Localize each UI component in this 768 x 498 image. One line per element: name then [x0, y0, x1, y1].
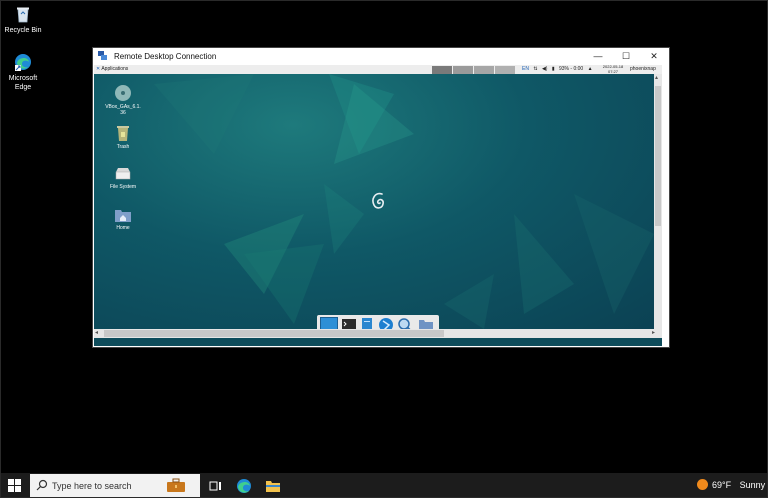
edge-desktop-icon[interactable]: Microsoft Edge [0, 53, 46, 92]
debian-swirl-icon [372, 192, 384, 209]
file-explorer-icon[interactable] [265, 478, 281, 494]
rdp-window-title: Remote Desktop Connection [114, 52, 217, 61]
vertical-scroll-thumb[interactable] [655, 86, 661, 226]
disc-icon [115, 85, 131, 101]
vertical-scrollbar[interactable]: ▴ [654, 74, 662, 329]
scroll-right-arrow-icon[interactable]: ▸ [652, 329, 655, 336]
remote-desktop-window[interactable]: Remote Desktop Connection — ☐ ✕ ✕ Applic… [93, 48, 669, 347]
workspace-1[interactable] [432, 66, 452, 74]
battery-status: 93% - 0:00 [559, 66, 584, 72]
scroll-up-arrow-icon[interactable]: ▴ [655, 74, 658, 81]
file-manager-icon[interactable] [359, 317, 375, 329]
recycle-bin-desktop-icon[interactable]: Recycle Bin [0, 5, 46, 35]
search-icon [36, 479, 48, 491]
applications-menu[interactable]: ✕ Applications [96, 65, 128, 74]
keyboard-layout[interactable]: EN [522, 66, 529, 72]
xfce-logo-icon: ✕ [96, 66, 101, 72]
edge-taskbar-icon[interactable] [236, 478, 252, 494]
edge-label: Microsoft Edge [8, 75, 38, 91]
battery-icon[interactable]: ▮ [552, 66, 555, 72]
drive-icon [115, 168, 131, 180]
user-menu[interactable]: phoenixnap [630, 65, 656, 74]
weather-text: Sunny [739, 480, 766, 490]
notification-icon[interactable]: ▲ [588, 66, 593, 72]
guest-icon-vbox-gas[interactable]: VBox_GAs_6.1.36 [101, 84, 145, 116]
web-browser-icon[interactable] [378, 317, 394, 329]
workspace-4[interactable] [495, 66, 515, 74]
scroll-left-arrow-icon[interactable]: ◂ [95, 329, 98, 336]
app-finder-icon[interactable] [397, 317, 413, 329]
sun-icon [697, 479, 708, 490]
workspace-2[interactable] [453, 66, 473, 74]
edge-icon [15, 54, 31, 71]
windows-taskbar: Type here to search 69°F Sunny [0, 473, 768, 498]
taskbar-search-box[interactable]: Type here to search [30, 474, 200, 497]
remote-session-view[interactable]: ✕ Applications EN ⇅ ◀) ▮ 93% - 0:00 ▲ 20… [94, 65, 662, 346]
recycle-bin-icon [17, 7, 29, 23]
rdp-title-bar[interactable]: Remote Desktop Connection — ☐ ✕ [93, 48, 669, 65]
guest-icon-home[interactable]: Home [101, 207, 145, 231]
workspace-3[interactable] [474, 66, 494, 74]
system-tray: EN ⇅ ◀) ▮ 93% - 0:00 ▲ [522, 65, 596, 74]
folder-icon[interactable] [418, 317, 434, 329]
rdp-app-icon [98, 51, 107, 60]
briefcase-icon [167, 478, 185, 492]
panel-clock[interactable]: 2022-05-18 07:27 [602, 65, 624, 74]
guest-icon-trash[interactable]: Trash [101, 124, 145, 150]
guest-icon-file-system[interactable]: File System [101, 166, 145, 190]
show-desktop-icon[interactable] [320, 317, 338, 329]
search-placeholder: Type here to search [52, 481, 132, 491]
network-icon[interactable]: ⇅ [533, 66, 537, 72]
horizontal-scroll-thumb[interactable] [104, 330, 444, 337]
volume-icon[interactable]: ◀) [542, 66, 548, 72]
debian-wallpaper: VBox_GAs_6.1.36 Trash File System Home [94, 74, 662, 329]
weather-temp: 69°F [712, 480, 732, 490]
close-button[interactable]: ✕ [640, 49, 668, 63]
terminal-icon[interactable] [341, 317, 357, 329]
home-folder-icon [115, 210, 131, 222]
weather-widget[interactable]: 69°F Sunny [697, 479, 765, 490]
xfce-top-panel: ✕ Applications EN ⇅ ◀) ▮ 93% - 0:00 ▲ 20… [94, 65, 662, 74]
minimize-button[interactable]: — [584, 49, 612, 63]
horizontal-scrollbar[interactable]: ◂ ▸ [94, 329, 662, 338]
trash-icon [117, 126, 129, 141]
recycle-bin-label: Recycle Bin [4, 27, 42, 34]
windows-start-icon[interactable] [8, 479, 22, 493]
task-view-icon[interactable] [208, 478, 224, 494]
xfce-dock [317, 315, 439, 329]
maximize-button[interactable]: ☐ [612, 49, 640, 63]
